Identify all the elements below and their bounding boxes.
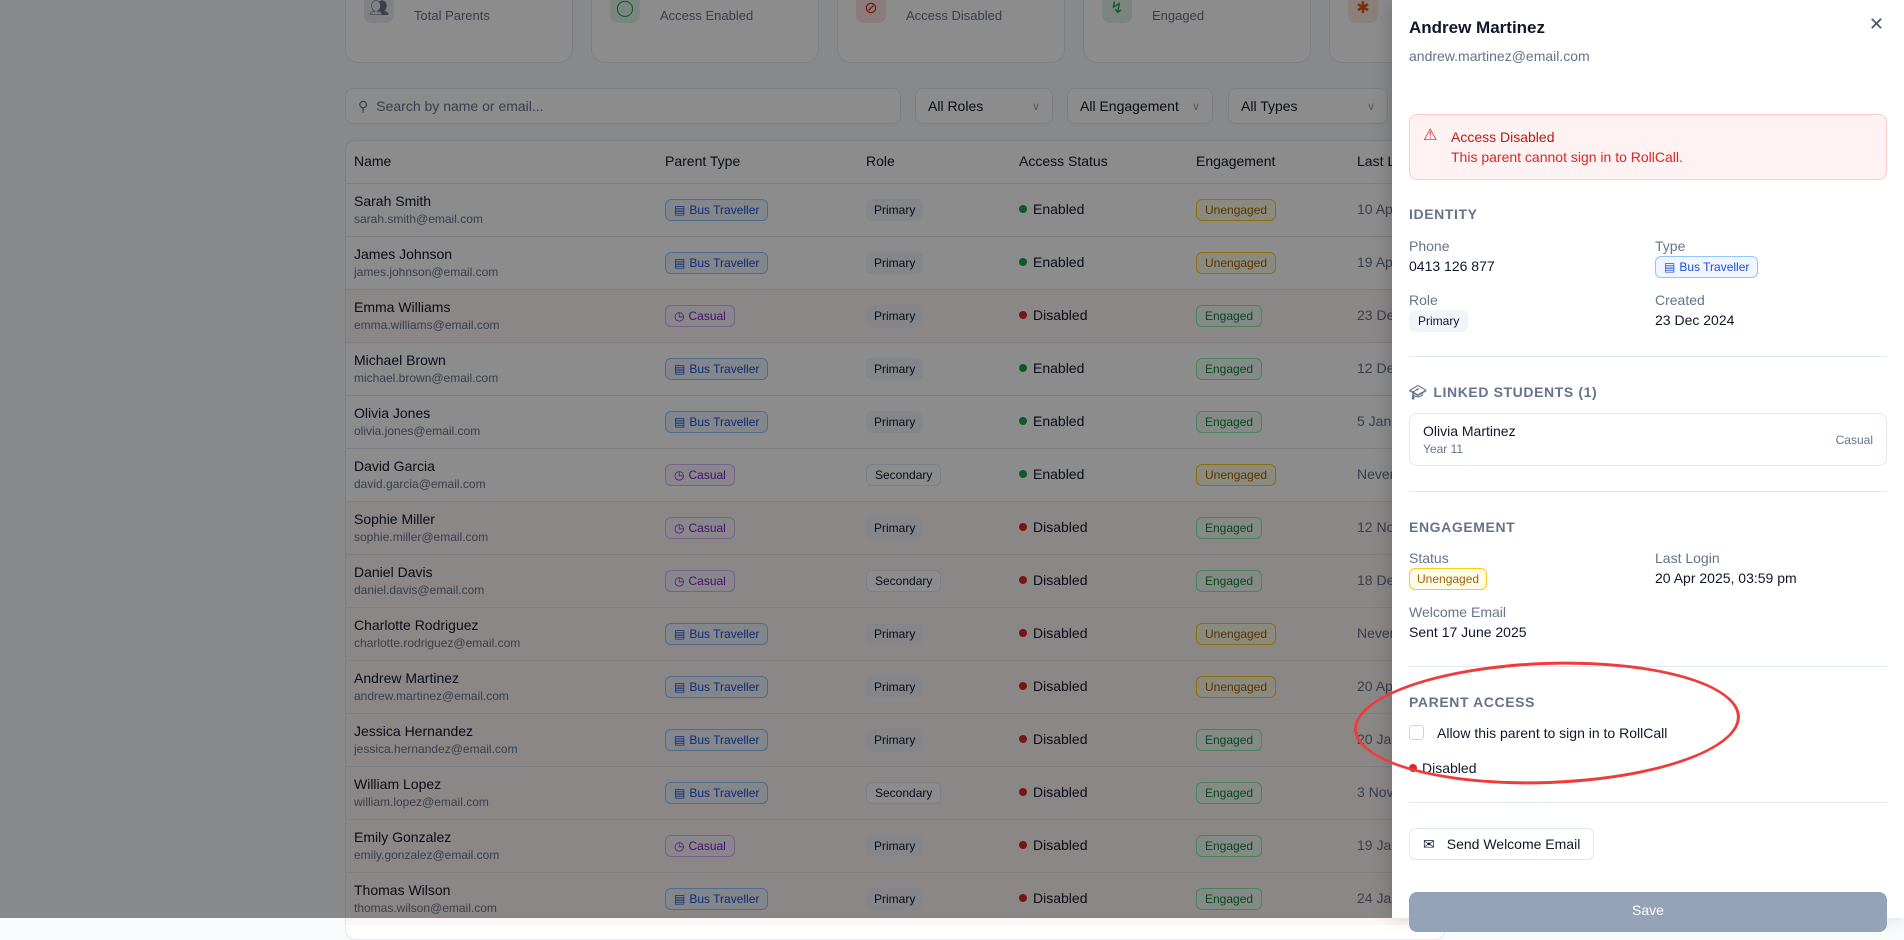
created-value: 23 Dec 2024 <box>1655 312 1735 328</box>
bus-icon: ▤ <box>1664 260 1676 274</box>
last-login-label: Last Login <box>1655 550 1720 566</box>
welcome-email-value: Sent 17 June 2025 <box>1409 624 1527 640</box>
role-label: Role <box>1409 292 1438 308</box>
type-value: Bus Traveller <box>1679 260 1750 274</box>
divider <box>1409 802 1887 803</box>
student-card[interactable]: Olivia Martinez Year 11 Casual <box>1409 413 1887 466</box>
warning-icon: ⚠ <box>1423 127 1438 144</box>
phone-value: 0413 126 877 <box>1409 258 1495 274</box>
panel-title: Andrew Martinez <box>1409 18 1546 37</box>
type-badge: ▤ Bus Traveller <box>1655 256 1759 278</box>
engagement-heading: ENGAGEMENT <box>1409 519 1516 535</box>
save-button[interactable]: Save <box>1409 892 1887 932</box>
panel-email: andrew.martinez@email.com <box>1409 48 1590 64</box>
engagement-status-badge: Unengaged <box>1409 568 1488 590</box>
alert-title: Access Disabled <box>1451 129 1555 145</box>
close-icon[interactable]: ✕ <box>1869 14 1884 35</box>
graduation-cap-icon: 🎓︎ <box>1409 384 1428 400</box>
divider <box>1409 356 1887 357</box>
student-year: Year 11 <box>1423 442 1464 456</box>
send-welcome-email-label: Send Welcome Email <box>1446 836 1581 852</box>
linked-students-title: LINKED STUDENTS (1) <box>1433 384 1598 400</box>
type-label: Type <box>1655 238 1686 254</box>
phone-label: Phone <box>1409 238 1450 254</box>
mail-icon: ✉ <box>1423 835 1435 852</box>
welcome-email-label: Welcome Email <box>1409 604 1506 620</box>
send-welcome-email-button[interactable]: ✉ Send Welcome Email <box>1409 828 1595 860</box>
student-type: Casual <box>1835 433 1873 447</box>
role-badge: Primary <box>1409 310 1469 332</box>
student-name: Olivia Martinez <box>1423 423 1516 439</box>
access-alert: ⚠ Access Disabled This parent cannot sig… <box>1409 114 1887 180</box>
divider <box>1409 491 1887 492</box>
created-label: Created <box>1655 292 1705 308</box>
alert-message: This parent cannot sign in to RollCall. <box>1451 149 1683 165</box>
status-label: Status <box>1409 550 1449 566</box>
identity-heading: IDENTITY <box>1409 206 1478 222</box>
last-login-value: 20 Apr 2025, 03:59 pm <box>1655 570 1797 586</box>
linked-students-heading: 🎓︎ LINKED STUDENTS (1) <box>1409 384 1597 401</box>
